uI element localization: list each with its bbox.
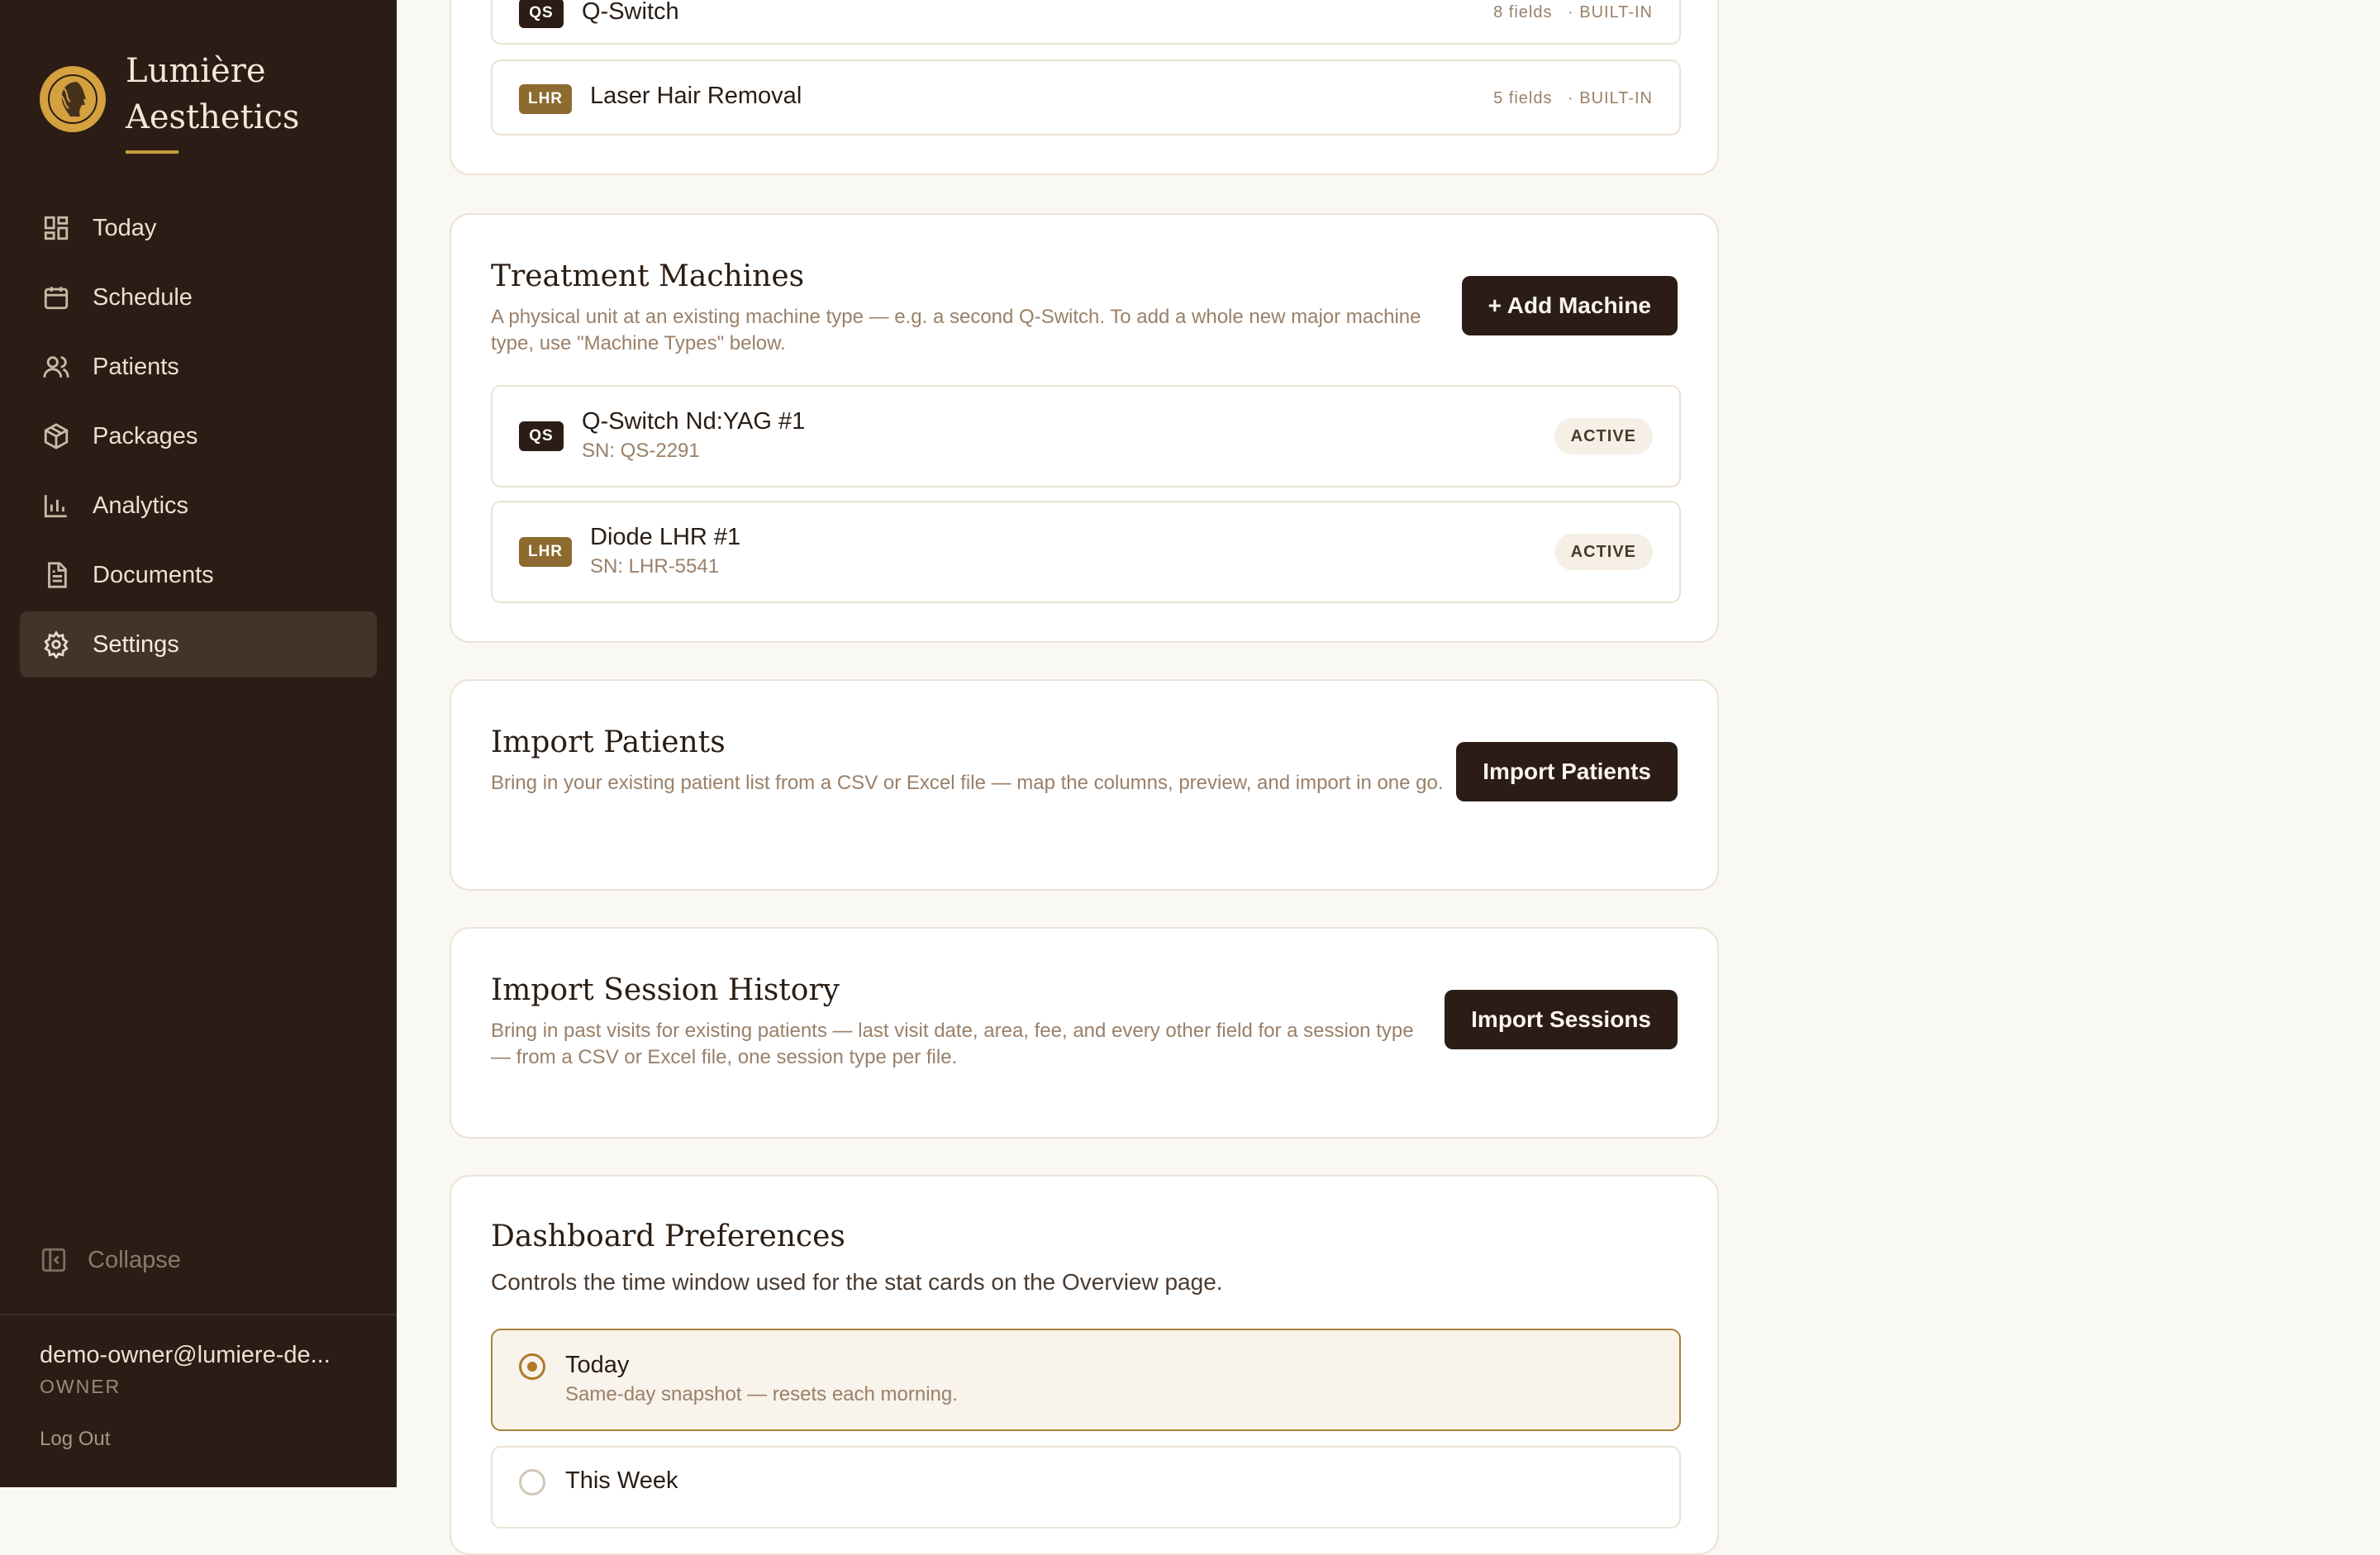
sidebar-item-label: Documents (93, 561, 214, 588)
machine-tag: LHR (519, 537, 572, 567)
face-profile-icon (48, 74, 98, 124)
machine-tag: QS (519, 421, 564, 451)
sidebar-item-label: Packages (93, 422, 198, 449)
import-sessions-card: Import Session History Bring in past vis… (450, 927, 1719, 1139)
option-label: Today (565, 1352, 630, 1378)
sidebar-item-today[interactable]: Today (20, 195, 377, 261)
sidebar-divider (0, 1314, 397, 1315)
section-title: Dashboard Preferences (491, 1220, 845, 1253)
built-in-label: · BUILT-IN (1568, 89, 1653, 107)
machine-name: Q-Switch Nd:YAG #1 (582, 408, 806, 435)
sidebar-item-label: Schedule (93, 283, 193, 311)
section-description: Bring in your existing patient list from… (491, 772, 1444, 794)
field-count: 8 fields (1493, 3, 1553, 21)
collapse-icon (41, 1248, 66, 1272)
sidebar-nav: Today Schedule Patients Packages Analyti… (20, 195, 377, 681)
section-title: Import Patients (491, 725, 726, 759)
machine-types-card: QS Q-Switch 8 fields · BUILT-IN LHR Lase… (450, 0, 1719, 175)
add-machine-button[interactable]: + Add Machine (1461, 276, 1678, 335)
section-description: Bring in past visits for existing patien… (491, 1020, 1414, 1068)
box-icon (40, 420, 73, 453)
radio-button[interactable] (519, 1469, 545, 1496)
option-label: This Week (565, 1467, 678, 1494)
machine-type-meta: 8 fields · BUILT-IN (1493, 3, 1653, 22)
machine-type-name: Q-Switch (582, 0, 679, 25)
machine-tag: QS (519, 0, 564, 28)
field-count: 5 fields (1493, 89, 1553, 107)
sidebar-item-settings[interactable]: Settings (20, 611, 377, 678)
import-sessions-button[interactable]: Import Sessions (1445, 990, 1678, 1049)
status-badge: ACTIVE (1554, 534, 1653, 570)
grid-icon (40, 212, 73, 245)
dashboard-preferences-card: Dashboard Preferences Controls the time … (450, 1175, 1719, 1555)
sidebar-item-label: Settings (93, 630, 179, 658)
calendar-icon (40, 281, 73, 314)
machine-type-name: Laser Hair Removal (590, 83, 802, 109)
machine-serial: SN: QS-2291 (582, 440, 700, 462)
sidebar-item-analytics[interactable]: Analytics (20, 473, 377, 539)
time-window-option-today[interactable]: Today Same-day snapshot — resets each mo… (491, 1329, 1681, 1431)
brand-logo (40, 66, 106, 132)
status-badge: ACTIVE (1554, 418, 1653, 454)
gear-icon (40, 628, 73, 661)
logout-link[interactable]: Log Out (40, 1428, 110, 1451)
time-window-option-week[interactable]: This Week (491, 1446, 1681, 1529)
machine-serial: SN: LHR-5541 (590, 555, 720, 578)
machine-type-meta: 5 fields · BUILT-IN (1493, 89, 1653, 108)
sidebar-item-documents[interactable]: Documents (20, 542, 377, 608)
machine-type-row[interactable]: LHR Laser Hair Removal 5 fields · BUILT-… (491, 59, 1681, 136)
brand-line-1: Lumière (126, 52, 266, 90)
sidebar-item-label: Analytics (93, 492, 189, 519)
sidebar-item-packages[interactable]: Packages (20, 403, 377, 469)
document-icon (40, 559, 73, 592)
machine-row[interactable]: QS Q-Switch Nd:YAG #1 SN: QS-2291 ACTIVE (491, 385, 1681, 487)
user-email: demo-owner@lumiere-de... (40, 1342, 331, 1368)
users-icon (40, 350, 73, 383)
option-description: Same-day snapshot — resets each morning. (565, 1383, 958, 1405)
collapse-button[interactable]: Collapse (40, 1246, 181, 1274)
collapse-label: Collapse (88, 1246, 181, 1273)
machine-tag: LHR (519, 84, 572, 114)
section-title: Import Session History (491, 973, 840, 1007)
section-description: A physical unit at an existing machine t… (491, 306, 1421, 354)
sidebar-item-schedule[interactable]: Schedule (20, 264, 377, 330)
brand-underline (126, 150, 178, 154)
machine-row[interactable]: LHR Diode LHR #1 SN: LHR-5541 ACTIVE (491, 501, 1681, 603)
sidebar-item-patients[interactable]: Patients (20, 334, 377, 400)
treatment-machines-card: Treatment Machines A physical unit at an… (450, 213, 1719, 643)
brand-line-2: Aesthetics (126, 98, 300, 136)
user-role: OWNER (40, 1376, 121, 1397)
import-patients-card: Import Patients Bring in your existing p… (450, 679, 1719, 891)
brand-name: Lumière Aesthetics (126, 48, 374, 140)
machine-type-row[interactable]: QS Q-Switch 8 fields · BUILT-IN (491, 0, 1681, 45)
sidebar-item-label: Today (93, 214, 157, 241)
section-title: Treatment Machines (491, 259, 805, 293)
sidebar: Lumière Aesthetics Today Schedule Patien… (0, 0, 397, 1487)
bar-chart-icon (40, 489, 73, 522)
import-patients-button[interactable]: Import Patients (1456, 742, 1678, 801)
machine-name: Diode LHR #1 (590, 524, 741, 550)
section-description: Controls the time window used for the st… (491, 1269, 1223, 1295)
built-in-label: · BUILT-IN (1568, 3, 1653, 21)
sidebar-item-label: Patients (93, 353, 179, 380)
radio-button[interactable] (519, 1353, 545, 1380)
